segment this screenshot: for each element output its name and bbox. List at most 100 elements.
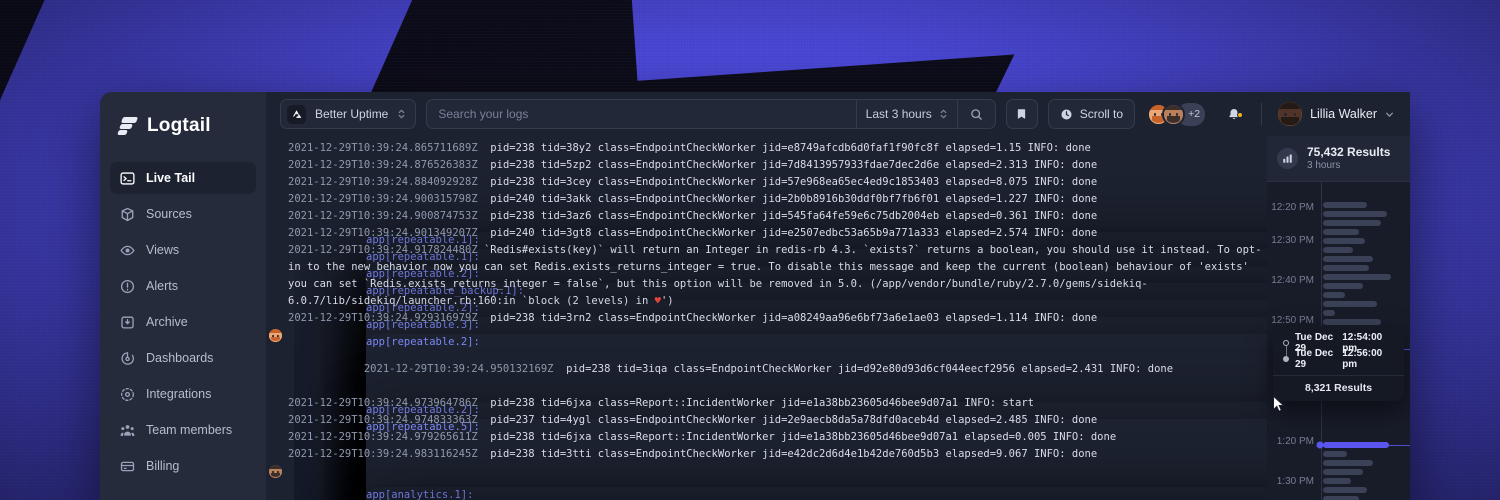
- log-timestamp: 2021-12-29T10:39:24.929316979Z: [288, 312, 478, 324]
- histogram-bar-selected[interactable]: [1318, 442, 1389, 448]
- histogram-bar[interactable]: [1323, 310, 1335, 316]
- toolbar: Better Uptime Last 3 hours: [266, 92, 1410, 136]
- scroll-to-button[interactable]: Scroll to: [1047, 99, 1136, 129]
- user-menu[interactable]: Lillia Walker: [1278, 102, 1398, 126]
- sidebar-item-label: Integrations: [146, 387, 212, 401]
- archive-icon: [120, 315, 135, 330]
- histogram-bar[interactable]: [1323, 265, 1369, 271]
- log-line[interactable]: 2021-12-29T10:39:24.865711689Z app[repea…: [266, 140, 1267, 500]
- integrations-icon: [120, 387, 135, 402]
- log-line[interactable]: 2021-12-29T10:39:24.901349207Z app[repea…: [266, 225, 1267, 500]
- histogram-bar[interactable]: [1323, 274, 1391, 280]
- collaborator-avatars[interactable]: +2: [1147, 102, 1206, 126]
- sidebar-item-dashboards[interactable]: Dashboards: [110, 342, 256, 374]
- histogram-bar[interactable]: [1323, 451, 1347, 457]
- log-message: pid=238 tid=3az6 class=EndpointCheckWork…: [483, 210, 1098, 222]
- log-message: pid=240 tid=3akk class=EndpointCheckWork…: [483, 193, 1098, 205]
- sidebar-item-views[interactable]: Views: [110, 234, 256, 266]
- histogram-bar[interactable]: [1323, 220, 1381, 226]
- histogram-bar[interactable]: [1323, 247, 1353, 253]
- toolbar-divider: [1261, 103, 1263, 125]
- time-range-selector[interactable]: Last 3 hours: [855, 100, 957, 128]
- sidebar-item-label: Team members: [146, 423, 233, 437]
- log-timestamp: 2021-12-29T10:39:24.900315798Z: [288, 193, 478, 205]
- histogram-bar[interactable]: [1323, 469, 1363, 475]
- histogram-bar[interactable]: [1323, 460, 1373, 466]
- histogram-tooltip: Tue Dec 29 12:54:00 pm Tue Dec 29 12:56:…: [1273, 326, 1404, 401]
- log-timestamp: 2021-12-29T10:39:24.884092928Z: [288, 176, 478, 188]
- histogram-bar[interactable]: [1323, 283, 1363, 289]
- histogram-bar[interactable]: [1323, 487, 1367, 493]
- chevron-updown-icon: [397, 107, 406, 121]
- log-timestamp: 2021-12-29T10:39:24.974833363Z: [288, 414, 478, 426]
- results-range: 3 hours: [1307, 160, 1341, 171]
- bookmark-button[interactable]: [1005, 99, 1038, 129]
- histogram-bar[interactable]: [1323, 238, 1365, 244]
- log-timestamp: 2021-12-29T10:39:24.983116245Z: [288, 448, 478, 460]
- log-message: pid=237 tid=4ygl class=EndpointCheckWork…: [483, 414, 1098, 426]
- log-message: pid=238 tid=5zp2 class=EndpointCheckWork…: [483, 159, 1098, 171]
- histogram-bar[interactable]: [1323, 211, 1387, 217]
- chart-tick-label: 12:30 PM: [1271, 235, 1314, 246]
- sidebar-item-live-tail[interactable]: Live Tail: [110, 162, 256, 194]
- user-marker-avatar[interactable]: [268, 328, 283, 343]
- log-line[interactable]: 2021-12-29T10:39:24.974833363Z app[repea…: [266, 412, 1267, 429]
- notifications-button[interactable]: [1219, 107, 1249, 122]
- scroll-to-label: Scroll to: [1079, 107, 1124, 121]
- sidebar-item-label: Live Tail: [146, 171, 196, 185]
- histogram-bar[interactable]: [1323, 202, 1367, 208]
- log-timestamp: 2021-12-29T10:39:24.950132169Z: [363, 363, 554, 375]
- log-line[interactable]: 2021-12-29T10:39:24.995099698Z app[repea…: [266, 463, 1267, 500]
- user-name: Lillia Walker: [1310, 107, 1377, 121]
- chart-tick-label: 12:40 PM: [1271, 275, 1314, 286]
- log-line-warning[interactable]: 2021-12-29T10:39:24.917824480Z app[repea…: [266, 242, 1267, 500]
- sidebar-item-label: Views: [146, 243, 180, 257]
- log-message: pid=238 tid=38y2 class=EndpointCheckWork…: [483, 142, 1091, 154]
- sidebar-item-billing[interactable]: Billing: [110, 450, 256, 482]
- content-body: 2021-12-29T10:39:24.865711689Z app[repea…: [266, 136, 1410, 500]
- histogram-bar[interactable]: [1323, 256, 1373, 262]
- log-line[interactable]: 2021-12-29T10:39:24.950132169Z app[repea…: [266, 327, 1267, 500]
- avatar[interactable]: [1162, 102, 1186, 126]
- log-line[interactable]: 2021-12-29T10:39:24.876526383Z app[repea…: [266, 157, 1267, 500]
- sidebar-item-integrations[interactable]: Integrations: [110, 378, 256, 410]
- project-selector[interactable]: Better Uptime: [280, 99, 417, 129]
- project-name: Better Uptime: [315, 107, 389, 121]
- sidebar-item-archive[interactable]: Archive: [110, 306, 256, 338]
- log-line[interactable]: 2021-12-29T10:39:24.900874753Z app[repea…: [266, 208, 1267, 500]
- chart-tick-label: 1:20 PM: [1276, 436, 1314, 447]
- histogram-bar[interactable]: [1323, 496, 1359, 500]
- histogram-bar[interactable]: [1323, 301, 1377, 307]
- dashboard-icon: [120, 351, 135, 366]
- search-submit-button[interactable]: [956, 100, 995, 128]
- log-message-tail: '): [660, 295, 674, 307]
- sidebar: Logtail Live Tail Sources Views Alerts A…: [100, 92, 266, 500]
- log-line[interactable]: 2021-12-29T10:39:24.929316979Z app[repea…: [266, 310, 1267, 500]
- log-line[interactable]: 2021-12-29T10:39:24.900315798Z app[repea…: [266, 191, 1267, 500]
- search-input[interactable]: [427, 100, 856, 128]
- chart-tick-label: 12:50 PM: [1271, 315, 1314, 326]
- user-marker-avatar[interactable]: [268, 464, 283, 479]
- histogram-bar[interactable]: [1323, 292, 1345, 298]
- log-line[interactable]: 2021-12-29T10:39:24.884092928Z app[repea…: [266, 174, 1267, 500]
- histogram-bar[interactable]: [1323, 319, 1381, 325]
- sidebar-item-team-members[interactable]: Team members: [110, 414, 256, 446]
- brand-logo[interactable]: Logtail: [100, 92, 266, 144]
- log-line[interactable]: 2021-12-29T10:39:24.983116245Z app[repea…: [266, 446, 1267, 463]
- chart-tick-label: 12:20 PM: [1271, 202, 1314, 213]
- tooltip-to-day: Tue Dec 29: [1295, 348, 1334, 370]
- log-line[interactable]: 2021-12-29T10:39:24.973964786Z app[analy…: [266, 395, 1267, 500]
- results-header: 75,432 Results 3 hours: [1267, 136, 1410, 182]
- log-line[interactable]: 2021-12-29T10:39:24.979265611Z app[analy…: [266, 429, 1267, 446]
- histogram-bar[interactable]: [1323, 229, 1359, 235]
- log-message: pid=238 tid=6jxa class=Report::IncidentW…: [483, 397, 1034, 409]
- histogram-bar[interactable]: [1323, 478, 1351, 484]
- log-message: pid=238 tid=3iqa class=EndpointCheckWork…: [559, 363, 1174, 375]
- sidebar-item-sources[interactable]: Sources: [110, 198, 256, 230]
- sidebar-item-alerts[interactable]: Alerts: [110, 270, 256, 302]
- log-timestamp: 2021-12-29T10:39:24.865711689Z: [288, 142, 478, 154]
- log-stream[interactable]: 2021-12-29T10:39:24.865711689Z app[repea…: [266, 136, 1267, 500]
- avatar: [1278, 102, 1303, 126]
- range-end-icon: [1283, 356, 1289, 362]
- brand-name: Logtail: [147, 115, 211, 136]
